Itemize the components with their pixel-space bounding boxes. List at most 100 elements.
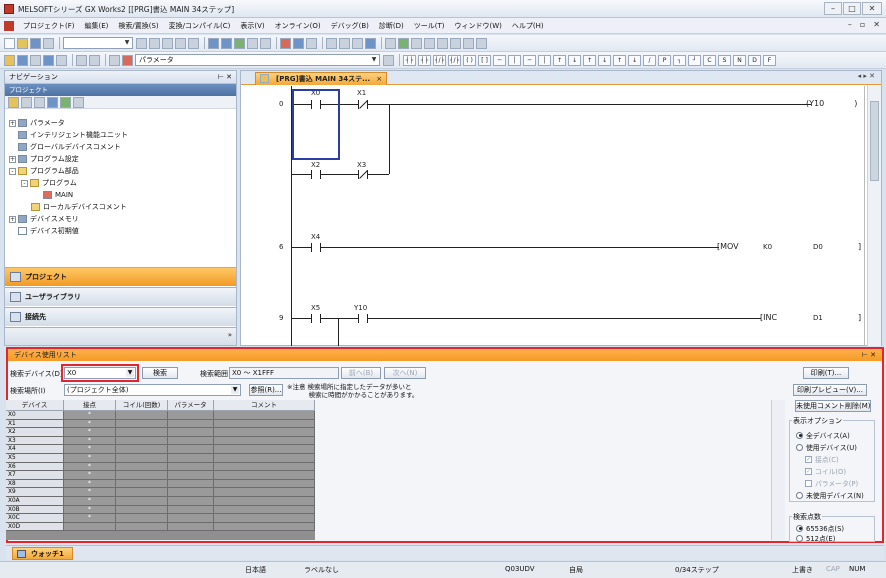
cell-empty[interactable] xyxy=(116,514,168,523)
sfc-icon[interactable] xyxy=(424,37,435,49)
tree-item-main[interactable]: MAIN xyxy=(43,189,73,201)
cross-reference-icon[interactable] xyxy=(56,54,67,66)
cell-device[interactable]: X1 xyxy=(6,419,64,429)
cell-device[interactable]: X4 xyxy=(6,445,64,454)
cell-empty[interactable] xyxy=(116,462,168,472)
cell-contact[interactable]: * xyxy=(64,411,116,420)
cell-device[interactable]: X0 xyxy=(6,411,64,420)
menu-help[interactable]: ヘルプ(H) xyxy=(507,21,549,31)
cell-device[interactable]: X0C xyxy=(6,514,64,523)
diagnostics-icon[interactable] xyxy=(385,37,396,49)
cell-contact[interactable]: * xyxy=(64,479,116,489)
cell-empty[interactable] xyxy=(168,411,214,420)
inc-instruction[interactable]: [INC xyxy=(760,313,777,322)
menu-tool[interactable]: ツール(T) xyxy=(409,21,450,31)
navigation-icon[interactable] xyxy=(17,54,28,66)
ladder-delete-vline-icon[interactable]: │ xyxy=(538,54,551,66)
cell-empty[interactable] xyxy=(168,454,214,463)
verify-icon[interactable] xyxy=(247,37,258,49)
ladder-hline-icon[interactable]: ─ xyxy=(493,54,506,66)
cell-empty[interactable] xyxy=(214,419,315,429)
cell-empty[interactable] xyxy=(214,454,315,463)
cell-empty[interactable] xyxy=(168,471,214,480)
ladder-extra-icon[interactable]: F xyxy=(763,54,776,66)
paste-icon[interactable] xyxy=(162,37,173,49)
ladder-comment-edit-icon[interactable]: C xyxy=(703,54,716,66)
cell-empty[interactable] xyxy=(116,411,168,420)
print-icon[interactable] xyxy=(43,37,54,49)
cell-device[interactable]: X2 xyxy=(6,428,64,437)
cell-empty[interactable] xyxy=(116,428,168,437)
close-button[interactable]: ✕ xyxy=(862,2,882,15)
ladder-falling-closed-icon[interactable]: ↓ xyxy=(628,54,641,66)
search-location-combo[interactable]: (プロジェクト全体) ▼ xyxy=(64,384,241,396)
label-icon[interactable] xyxy=(437,37,448,49)
online-change-icon[interactable] xyxy=(352,37,363,49)
menu-window[interactable]: ウィンドウ(W) xyxy=(450,21,507,31)
menu-search-replace[interactable]: 検索/置換(S) xyxy=(113,21,163,31)
device-batch-icon[interactable] xyxy=(306,37,317,49)
tree-item-pou[interactable]: - プログラム部品 xyxy=(9,165,79,177)
cell-device[interactable]: X3 xyxy=(6,436,64,446)
coil-checkbox[interactable]: ✓ コイル(O) xyxy=(805,466,846,476)
ladder-rising-icon[interactable]: ↑ xyxy=(553,54,566,66)
tree-item-local-comment[interactable]: ローカルデバイスコメント xyxy=(31,201,127,213)
cell-empty[interactable] xyxy=(214,445,315,454)
minimize-button[interactable]: – xyxy=(824,2,842,15)
cell-empty[interactable] xyxy=(214,436,315,446)
cell-empty[interactable] xyxy=(214,514,315,523)
remote-op-icon[interactable] xyxy=(260,37,271,49)
table-row[interactable]: X0C * xyxy=(6,514,315,523)
search-button[interactable]: 検索 xyxy=(142,367,178,379)
cell-empty[interactable] xyxy=(214,488,315,497)
table-row[interactable]: X1 * xyxy=(6,419,315,429)
cut-icon[interactable] xyxy=(136,37,147,49)
ladder-note-edit-icon[interactable]: N xyxy=(733,54,746,66)
cell-empty[interactable] xyxy=(116,497,168,506)
comment-icon[interactable] xyxy=(450,37,461,49)
menu-convert-compile[interactable]: 変換/コンパイル(C) xyxy=(164,21,236,31)
cell-contact[interactable]: * xyxy=(64,419,116,429)
all-devices-radio[interactable]: 全デバイス(A) xyxy=(796,430,850,440)
collapse-icon[interactable]: - xyxy=(9,167,16,175)
simulation-icon[interactable] xyxy=(411,37,422,49)
ladder-open-contact-icon[interactable]: ┤├ xyxy=(403,54,416,66)
ladder-falling-parallel-icon[interactable]: ↓ xyxy=(598,54,611,66)
copy-icon[interactable] xyxy=(149,37,160,49)
project-view-icon[interactable] xyxy=(4,54,15,66)
menu-debug[interactable]: デバッグ(B) xyxy=(326,21,374,31)
debug-icon[interactable] xyxy=(280,37,291,49)
column-header-coil[interactable]: コイル(回数) xyxy=(116,400,168,411)
nav-property-icon[interactable] xyxy=(47,96,58,108)
column-header-device[interactable]: デバイス xyxy=(6,400,64,411)
column-header-parameter[interactable]: パラメータ xyxy=(168,400,214,411)
ladder-line-delete-icon[interactable]: ┘ xyxy=(688,54,701,66)
mov-instruction[interactable]: [MOV xyxy=(717,242,739,251)
monitor-icon[interactable] xyxy=(234,37,245,49)
tab-main-program[interactable]: [PRG]書込 MAIN 34ステ... × xyxy=(255,72,388,85)
table-row[interactable]: X8 * xyxy=(6,479,315,489)
cell-empty[interactable] xyxy=(168,522,214,532)
tree-item-program-setting[interactable]: + プログラム設定 xyxy=(9,153,79,165)
cell-empty[interactable] xyxy=(168,462,214,472)
cell-contact[interactable] xyxy=(64,522,116,532)
parameter-combo[interactable]: パラメータ ▼ xyxy=(135,54,380,66)
ladder-coil-icon[interactable]: ( ) xyxy=(463,54,476,66)
ladder-editor[interactable]: [PRG]書込 MAIN 34ステ... × ◂ ▸ ✕ 0 X0 X1 X2 X… xyxy=(240,70,882,346)
editor-vertical-scrollbar[interactable] xyxy=(867,85,881,346)
find-icon[interactable] xyxy=(365,37,376,49)
scrollbar-thumb[interactable] xyxy=(870,101,879,181)
nav-tab-overflow[interactable]: » xyxy=(5,327,236,345)
table-row[interactable]: X3 * xyxy=(6,436,315,446)
table-row[interactable]: X5 * xyxy=(6,454,315,463)
cell-device[interactable]: X9 xyxy=(6,488,64,497)
cell-device[interactable]: X0A xyxy=(6,497,64,506)
table-vertical-scrollbar[interactable] xyxy=(771,400,785,540)
nav-tab-connection[interactable]: 接続先 xyxy=(5,307,236,326)
cell-empty[interactable] xyxy=(214,428,315,437)
ladder-parallel-contact-icon[interactable]: ┤├ xyxy=(418,54,431,66)
cell-contact[interactable]: * xyxy=(64,471,116,480)
open-project-icon[interactable] xyxy=(17,37,28,49)
table-row[interactable]: X9 * xyxy=(6,488,315,497)
element-selection-icon[interactable] xyxy=(30,54,41,66)
